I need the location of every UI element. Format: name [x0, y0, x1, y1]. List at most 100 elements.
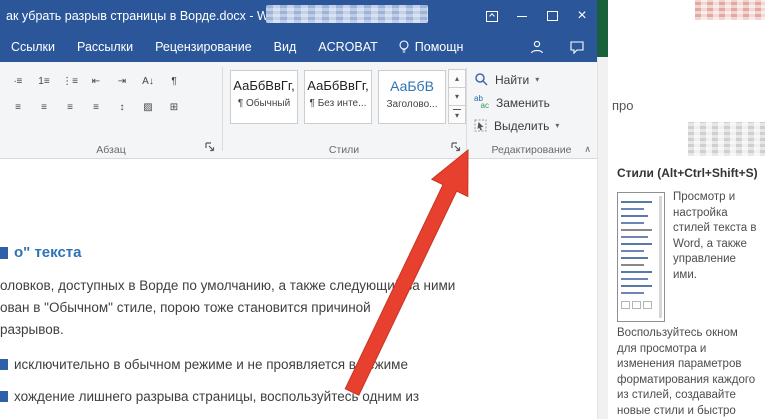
right-panel: про Стили (Alt+Ctrl+Shift+S) Просмотр и …: [608, 0, 765, 419]
replace-label: Заменить: [496, 96, 550, 110]
multilevel-list-button[interactable]: ⋮≡: [58, 70, 82, 93]
comments-button[interactable]: [557, 32, 597, 62]
replace-icon: ab ac: [474, 95, 490, 110]
document-line: исключительно в обычном режиме и не проя…: [14, 357, 408, 372]
tab-tell-me[interactable]: Помощн: [389, 32, 472, 62]
censored-block: [695, 0, 765, 20]
align-left-button[interactable]: ≡: [6, 96, 30, 119]
dialog-launcher-icon: [204, 141, 216, 153]
paragraph-dialog-launcher[interactable]: [203, 140, 217, 154]
styles-supertooltip: Стили (Alt+Ctrl+Shift+S) Просмотр и наст…: [610, 166, 762, 419]
find-label: Найти: [495, 73, 529, 87]
tab-tell-me-label: Помощн: [415, 32, 464, 62]
decrease-indent-button[interactable]: ⇤: [84, 70, 108, 93]
gallery-scroll-up-button[interactable]: ▴: [448, 69, 466, 88]
style-name: ¶ Без инте...: [305, 98, 371, 109]
document-heading: о" текста: [14, 244, 81, 261]
style-card-normal[interactable]: АаБбВвГг, ¶ Обычный: [230, 70, 298, 124]
screenshot-stage: ак убрать разрыв страницы в Ворде.docx -…: [0, 0, 765, 419]
maximize-icon: [547, 11, 558, 21]
select-label: Выделить: [494, 119, 549, 133]
green-window-edge: [597, 0, 608, 57]
collapse-ribbon-button[interactable]: ∧: [584, 144, 591, 155]
thumbnail-buttons: [621, 301, 657, 309]
style-card-heading1[interactable]: АаБбВ Заголово...: [378, 70, 446, 124]
maximize-button[interactable]: [537, 0, 567, 32]
lightbulb-icon: [397, 39, 411, 55]
style-preview: АаБбВ: [379, 78, 445, 94]
paragraph-group-label: Абзац: [0, 144, 222, 156]
title-bar: ак убрать разрыв страницы в Ворде.docx -…: [0, 0, 597, 32]
find-button[interactable]: Найти ▾: [474, 68, 559, 91]
line-spacing-button[interactable]: ↕: [110, 96, 134, 119]
replace-button[interactable]: ab ac Заменить: [474, 91, 559, 114]
gallery-more-button[interactable]: ▾: [448, 105, 466, 124]
tooltip-body: Просмотр и настройка стилей текста в Wor…: [610, 190, 762, 419]
chevron-down-icon: ▾: [535, 75, 539, 84]
styles-dialog-launcher[interactable]: [449, 140, 463, 154]
document-line: оловков, доступных в Ворде по умолчанию,…: [0, 278, 455, 293]
styles-gallery: АаБбВвГг, ¶ Обычный АаБбВвГг, ¶ Без инте…: [230, 70, 446, 124]
tab-review[interactable]: Рецензирование: [144, 32, 263, 62]
clipped-text-fragment: [0, 359, 8, 370]
tooltip-title: Стили (Alt+Ctrl+Shift+S): [610, 166, 762, 180]
share-person-button[interactable]: [517, 32, 557, 62]
sort-button[interactable]: А↓: [136, 70, 160, 93]
document-line: хождение лишнего разрыва страницы, воспо…: [14, 389, 419, 404]
person-icon: [529, 39, 545, 55]
document-line: ован в "Обычном" стиле, порою тоже стано…: [0, 300, 371, 315]
censored-block: [266, 5, 428, 23]
style-card-no-spacing[interactable]: АаБбВвГг, ¶ Без инте...: [304, 70, 372, 124]
style-preview: АаБбВвГг,: [305, 78, 371, 93]
ribbon-display-options-button[interactable]: [477, 0, 507, 32]
censored-block: [688, 122, 765, 156]
tab-view[interactable]: Вид: [263, 32, 308, 62]
ribbon-tab-bar: Ссылки Рассылки Рецензирование Вид ACROB…: [0, 32, 597, 62]
paragraph-group-row1: ∙≡ 1≡ ⋮≡ ⇤ ⇥ А↓ ¶: [6, 70, 186, 93]
minimize-icon: [517, 16, 527, 17]
tab-references[interactable]: Ссылки: [0, 32, 66, 62]
styles-group-label: Стили: [222, 144, 466, 156]
styles-pane-thumbnail: [617, 192, 665, 322]
styles-gallery-scroll: ▴ ▾ ▾: [448, 70, 466, 124]
style-preview: АаБбВвГг,: [231, 78, 297, 93]
document-line: разрывов.: [0, 322, 64, 337]
align-right-button[interactable]: ≡: [58, 96, 82, 119]
magnifier-icon: [474, 72, 489, 87]
borders-button[interactable]: ⊞: [162, 96, 186, 119]
align-center-button[interactable]: ≡: [32, 96, 56, 119]
editing-group-label: Редактирование: [466, 144, 597, 156]
tab-acrobat[interactable]: ACROBAT: [307, 32, 389, 62]
select-button[interactable]: Выделить ▾: [474, 114, 559, 137]
dialog-launcher-icon: [450, 141, 462, 153]
ribbon-options-icon: [486, 11, 498, 22]
chevron-down-icon: ▾: [555, 121, 559, 130]
paragraph-group-row2: ≡ ≡ ≡ ≡ ↕ ▨ ⊞: [6, 96, 186, 119]
gallery-scroll-down-button[interactable]: ▾: [448, 87, 466, 106]
tab-mailings[interactable]: Рассылки: [66, 32, 144, 62]
minimize-button[interactable]: [507, 0, 537, 32]
close-button[interactable]: ×: [567, 0, 597, 32]
numbering-button[interactable]: 1≡: [32, 70, 56, 93]
justify-button[interactable]: ≡: [84, 96, 108, 119]
shading-button[interactable]: ▨: [136, 96, 160, 119]
select-cursor-icon: [474, 119, 488, 133]
bullets-button[interactable]: ∙≡: [6, 70, 30, 93]
increase-indent-button[interactable]: ⇥: [110, 70, 134, 93]
chat-icon: [569, 39, 585, 55]
clipped-heading-fragment: [0, 247, 8, 259]
style-name: Заголово...: [379, 99, 445, 110]
group-separator: [466, 67, 467, 151]
document-page[interactable]: о" текста оловков, доступных в Ворде по …: [0, 159, 597, 419]
show-formatting-marks-button[interactable]: ¶: [162, 70, 186, 93]
clipped-text-fragment: [0, 391, 8, 402]
tabbar-spacer: [471, 32, 517, 62]
clipped-text: про: [612, 98, 634, 113]
ribbon: ∙≡ 1≡ ⋮≡ ⇤ ⇥ А↓ ¶ ≡ ≡ ≡ ≡ ↕ ▨ ⊞ АаБбВвГг…: [0, 62, 597, 158]
editing-group: Найти ▾ ab ac Заменить Выделить ▾: [474, 68, 559, 137]
group-separator: [222, 67, 223, 151]
style-name: ¶ Обычный: [231, 98, 297, 109]
window-controls: ×: [477, 0, 597, 32]
document-title: ак убрать разрыв страницы в Ворде.docx -…: [0, 9, 287, 23]
thumbnail-scrollbar: [659, 196, 662, 318]
